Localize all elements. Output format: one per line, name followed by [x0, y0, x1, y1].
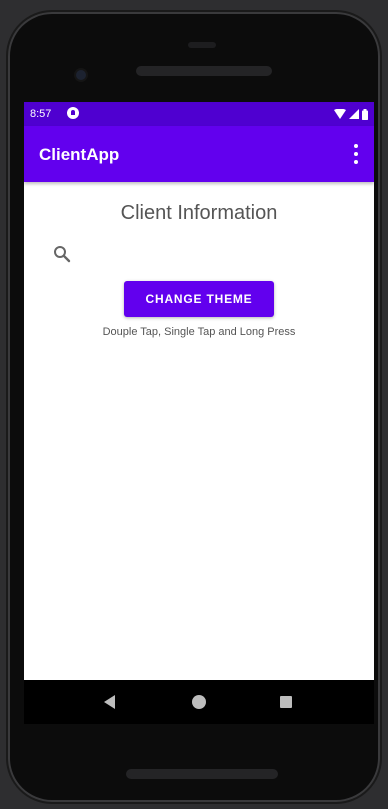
back-icon[interactable] — [104, 695, 115, 709]
menu-dot — [354, 160, 358, 164]
status-time: 8:57 — [30, 108, 52, 120]
search-button[interactable] — [50, 242, 74, 266]
app-screen: 8:57 ClientApp Client Information CHANGE… — [24, 102, 374, 680]
navigation-bar — [24, 680, 374, 724]
menu-dot — [354, 144, 358, 148]
notification-icon — [67, 107, 79, 119]
top-speaker — [136, 66, 272, 76]
page-title: Client Information — [120, 202, 278, 224]
signal-icon — [349, 109, 359, 119]
status-bar: 8:57 — [24, 102, 374, 126]
home-icon[interactable] — [192, 695, 206, 709]
status-icons — [334, 107, 368, 121]
front-camera — [76, 70, 86, 80]
app-title: ClientApp — [39, 145, 120, 164]
menu-dot — [354, 152, 358, 156]
battery-icon — [362, 108, 368, 120]
more-vert-icon[interactable] — [348, 144, 364, 164]
bottom-speaker — [126, 769, 278, 779]
gesture-hint-text: Douple Tap, Single Tap and Long Press — [102, 326, 296, 338]
change-theme-button[interactable]: CHANGE THEME — [124, 281, 274, 317]
search-icon — [54, 246, 71, 263]
app-bar: ClientApp — [24, 126, 374, 182]
recents-icon[interactable] — [280, 696, 292, 708]
earpiece-slot — [188, 42, 216, 48]
wifi-icon — [334, 109, 346, 119]
